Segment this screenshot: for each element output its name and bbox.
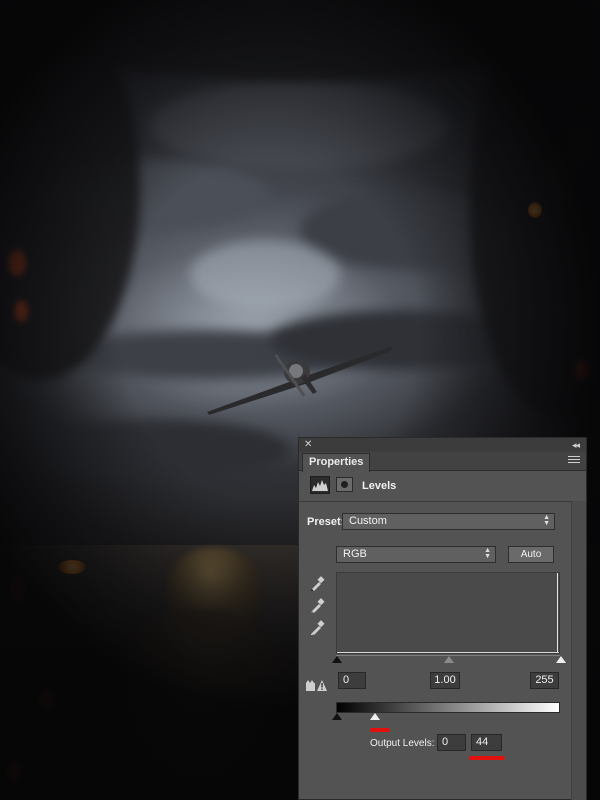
histogram-spike [557, 573, 558, 653]
input-black-slider[interactable] [332, 656, 342, 663]
panel-menu-icon[interactable] [568, 456, 580, 465]
input-white-field[interactable]: 255 [530, 672, 559, 689]
properties-panel: ✕ ◂◂ Properties Levels Preset: Custom ▲ ▼… [298, 437, 587, 800]
annotation-underline [469, 756, 505, 760]
clipping-warning-icon[interactable] [305, 679, 329, 692]
adjustment-header: Levels [299, 471, 586, 502]
output-white-slider[interactable] [370, 713, 380, 720]
panel-scrollbar[interactable] [571, 501, 586, 800]
annotation-underline [370, 728, 390, 732]
auto-button[interactable]: Auto [508, 546, 554, 563]
preset-value: Custom [349, 515, 387, 527]
preset-label: Preset: [307, 516, 345, 528]
output-levels-label: Output Levels: [370, 738, 435, 749]
gray-point-eyedropper-icon[interactable] [309, 596, 325, 614]
collapse-icon[interactable]: ◂◂ [572, 438, 580, 452]
panel-tab-row: Properties [299, 452, 586, 472]
output-white-field[interactable]: 44 [471, 734, 502, 751]
histogram [336, 572, 560, 654]
output-gradient-bar [336, 702, 560, 713]
channel-dropdown[interactable]: RGB ▲ ▼ [336, 546, 496, 563]
input-gamma-field[interactable]: 1.00 [430, 672, 460, 689]
layer-mask-icon[interactable] [336, 477, 353, 492]
input-black-field[interactable]: 0 [338, 672, 366, 689]
input-gamma-slider[interactable] [444, 656, 454, 663]
channel-value: RGB [343, 548, 367, 560]
tab-properties[interactable]: Properties [302, 453, 371, 472]
dropdown-arrows-icon: ▲ ▼ [543, 514, 550, 527]
output-black-slider[interactable] [332, 713, 342, 720]
output-black-field[interactable]: 0 [437, 734, 466, 751]
dropdown-arrows-icon: ▲ ▼ [484, 547, 491, 560]
adjustment-title: Levels [362, 480, 397, 492]
input-white-slider[interactable] [556, 656, 566, 663]
panel-titlebar: ✕ ◂◂ [299, 438, 586, 453]
histogram-baseline [337, 652, 559, 653]
levels-histogram-icon[interactable] [310, 476, 330, 494]
white-point-eyedropper-icon[interactable] [309, 618, 325, 636]
black-point-eyedropper-icon[interactable] [309, 574, 325, 592]
close-icon[interactable]: ✕ [304, 438, 312, 452]
preset-dropdown[interactable]: Custom ▲ ▼ [342, 513, 555, 530]
